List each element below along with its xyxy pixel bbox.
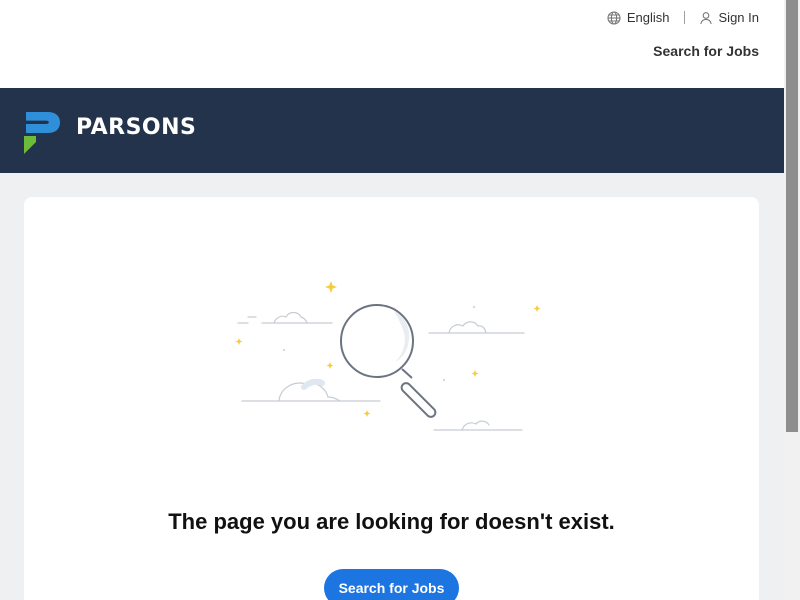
page-scrollbar[interactable] [784, 0, 800, 600]
user-icon [699, 11, 713, 25]
language-selector[interactable]: English [607, 10, 670, 25]
utility-header: English Sign In Search for Jobs [0, 0, 784, 88]
brand-name: PARSONS [76, 115, 197, 140]
page: English Sign In Search for Jobs PARSONS … [0, 0, 784, 600]
error-message: The page you are looking for doesn't exi… [168, 509, 615, 534]
error-card: The page you are looking for doesn't exi… [24, 197, 759, 600]
magnifying-glass-illustration [234, 277, 554, 452]
scrollbar-thumb[interactable] [786, 0, 798, 432]
language-label: English [626, 10, 670, 25]
search-jobs-button[interactable]: Search for Jobs [324, 569, 459, 600]
search-jobs-nav-link[interactable]: Search for Jobs [653, 43, 759, 59]
divider [683, 11, 685, 24]
utility-nav: English Sign In [607, 10, 759, 25]
globe-icon [607, 10, 621, 25]
sign-in-link[interactable]: Sign In [699, 10, 759, 25]
sign-in-label: Sign In [718, 10, 759, 25]
brand-bar: PARSONS [0, 88, 784, 173]
parsons-logo-icon[interactable] [24, 112, 62, 159]
